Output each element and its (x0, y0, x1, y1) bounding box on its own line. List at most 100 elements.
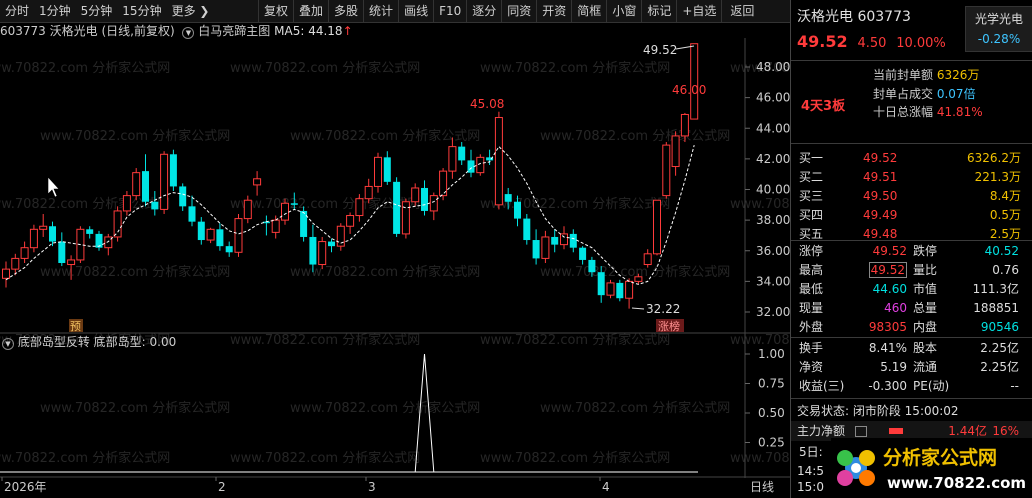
orderbook-row[interactable]: 买三 49.50 8.4万 (791, 187, 1032, 205)
add-watchlist-button[interactable]: +自选 (676, 0, 721, 22)
tab-1min[interactable]: 1分钟 (34, 0, 76, 22)
candle-down (142, 171, 149, 202)
stat-value: 2.25亿 (980, 360, 1019, 374)
tool-buttons: 复权 叠加 多股 统计 画线 F10 逐分 同资 开资 简框 小窗 标记 +自选… (258, 0, 762, 22)
sector-box[interactable]: 光学光电 -0.28% (965, 6, 1032, 52)
watermark-text: www.70822.com 分析家公式网 (290, 264, 480, 280)
candle-down (532, 240, 540, 259)
indicator-header: ▼ 底部岛型反转 底部岛型: 0.00 (0, 333, 176, 351)
tongzi-button[interactable]: 同资 (501, 0, 536, 22)
tab-fenshi[interactable]: 分时 (0, 0, 34, 22)
price-tick-label: 36.00 (756, 244, 790, 258)
candle-down (458, 146, 466, 161)
candle-up (271, 219, 280, 233)
price-line: 49.52 4.50 10.00% (797, 32, 946, 51)
kaizi-button[interactable]: 开资 (536, 0, 571, 22)
candle-down (514, 201, 521, 219)
chevron-down-icon[interactable]: ▼ (2, 338, 14, 350)
candle-down (616, 282, 624, 299)
back-button[interactable]: 返回 (721, 0, 762, 22)
tab-5min[interactable]: 5分钟 (76, 0, 118, 22)
seal-value: 41.81% (936, 105, 983, 119)
candle-down (309, 236, 317, 265)
seal-value: 6326万 (936, 68, 980, 82)
watermark-text: www.70822.com 分析家公式网 (0, 450, 170, 466)
by-minute-button[interactable]: 逐分 (466, 0, 501, 22)
indicator-name[interactable]: 底部岛型反转 (18, 335, 90, 349)
annotation-low: 32.22 (646, 302, 680, 316)
simple-frame-button[interactable]: 简框 (571, 0, 606, 22)
stat-row: 最低 44.60 市值 111.3亿 (791, 280, 1032, 299)
chevron-down-icon[interactable]: ▼ (182, 27, 195, 39)
stat-label: 收益(三) (799, 379, 845, 393)
candle-up (634, 276, 643, 282)
order-price: 49.49 (863, 208, 898, 222)
f10-button[interactable]: F10 (433, 0, 466, 22)
candle-down (421, 187, 428, 211)
trade-status: 交易状态: 闭市阶段 15:00:02 (797, 404, 959, 418)
order-volume: 221.3万 (974, 170, 1021, 184)
candle-down (225, 246, 233, 253)
streak-label: 4天3板 (801, 99, 846, 114)
price-tick-label: 40.00 (756, 183, 790, 197)
candle-up (113, 210, 122, 238)
chart-code: 603773 (0, 24, 46, 38)
multi-stock-button[interactable]: 多股 (328, 0, 363, 22)
candle-down (597, 272, 605, 296)
candle-up (653, 199, 661, 255)
fuquan-button[interactable]: 复权 (258, 0, 293, 22)
tab-more[interactable]: 更多 ❯ (167, 0, 215, 22)
stat-value: 49.52 (872, 244, 907, 258)
watermark-text: www.70822.com 分析家公式网 (480, 60, 670, 76)
stat-value: 5.19 (880, 360, 907, 374)
stat-label: PE(动) (913, 379, 950, 393)
stats-button[interactable]: 统计 (363, 0, 398, 22)
mark-button[interactable]: 标记 (641, 0, 676, 22)
watermark-text: www.70822.com 分析家公式网 (480, 332, 670, 348)
time-axis-label: 4 (602, 480, 610, 494)
stat-label: 最低 (799, 282, 824, 296)
candle-up (234, 218, 243, 253)
candle-down (179, 186, 187, 207)
watermark-text: www.70822.com 分析家公式网 (40, 400, 230, 416)
stat-label: 跌停 (913, 244, 938, 258)
candle-up (662, 144, 671, 197)
order-price: 49.52 (863, 151, 898, 165)
watermark-text: www.70822.com 分析家公式网 (540, 400, 730, 416)
draw-line-button[interactable]: 画线 (398, 0, 433, 22)
stat-label: 现量 (799, 301, 824, 315)
indicator-value: 底部岛型: 0.00 (93, 335, 177, 349)
watermark-text: www.70822.com 分析家公式网 (480, 450, 670, 466)
orderbook-row[interactable]: 买二 49.51 221.3万 (791, 168, 1032, 186)
indicator-tick-label: 0.50 (758, 406, 785, 420)
candle-down (383, 157, 391, 182)
watermark-text: www.70822.com 分析家公式网 (40, 264, 230, 280)
stat-label: 市值 (913, 282, 938, 296)
period-label: 日线 (750, 480, 774, 494)
order-price: 49.51 (863, 170, 898, 184)
watermark-text: www.70822.com 分析家公式网 (0, 60, 170, 76)
candle-up (281, 202, 289, 221)
candle-down (393, 181, 401, 234)
site-logo: 分析家公式网 www.70822.com (831, 438, 1032, 498)
seal-row: 当前封单额 6326万 (873, 66, 979, 83)
candle-down (551, 236, 559, 245)
orderbook-row[interactable]: 买四 49.49 0.5万 (791, 206, 1032, 224)
stat-value: 8.41% (868, 341, 907, 355)
seal-label: 当前封单额 (873, 68, 934, 82)
stat-row: 最高 49.52 量比 0.76 (791, 261, 1032, 280)
tab-15min[interactable]: 15分钟 (117, 0, 166, 22)
orderbook-row[interactable]: 买一 49.52 6326.2万 (791, 149, 1032, 167)
quote-panel: 沃格光电 603773 光学光电 -0.28% 49.52 4.50 10.00… (790, 0, 1032, 498)
order-level: 买一 (799, 151, 824, 165)
zhangbang-badge: 涨榜 (658, 319, 680, 333)
formula-name[interactable]: 白马亮蹄主图 (198, 24, 270, 38)
kline-chart[interactable]: www.70822.com 分析家公式网 www.70822.com 分析家公式网… (0, 22, 790, 498)
candle-up (318, 241, 327, 266)
overlay-button[interactable]: 叠加 (293, 0, 328, 22)
watermark-text: www.70822.com 分析家公式网 (230, 196, 420, 212)
divider (791, 337, 1032, 338)
indicator-tick-label: 0.25 (758, 436, 785, 450)
small-window-button[interactable]: 小窗 (606, 0, 641, 22)
candle-down (569, 233, 577, 248)
